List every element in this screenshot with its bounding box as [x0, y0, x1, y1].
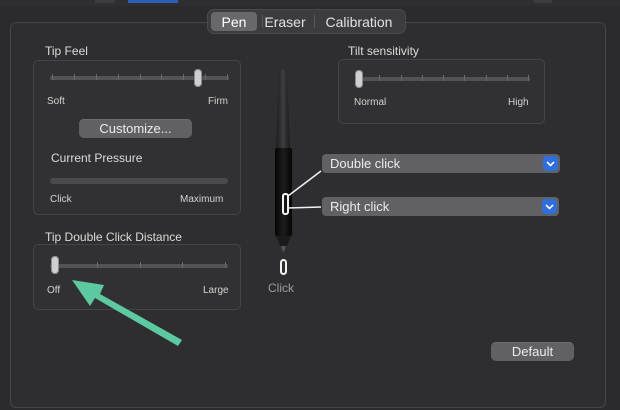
slider-tick — [443, 75, 444, 81]
tab-pen[interactable]: Pen — [211, 12, 257, 31]
tilt-sensitivity-group — [338, 59, 545, 124]
slider-tick — [506, 75, 508, 81]
tilt-sensitivity-title: Tilt sensitivity — [348, 44, 419, 58]
chevron-down-icon — [542, 199, 557, 214]
tab-eraser[interactable]: Eraser — [261, 12, 309, 31]
customize-button[interactable]: Customize... — [79, 119, 192, 138]
slider-tick — [205, 74, 207, 80]
pen-illustration-icon — [275, 69, 322, 275]
slider-tick — [528, 75, 529, 81]
current-pressure-bar — [50, 178, 228, 184]
double-click-max-label: Large — [203, 285, 229, 296]
current-pressure-title: Current Pressure — [51, 151, 143, 165]
top-strip-segment — [534, 0, 552, 3]
tip-feel-min-label: Soft — [47, 96, 65, 107]
default-button[interactable]: Default — [491, 342, 574, 361]
window-top-strip — [0, 0, 620, 6]
slider-tick — [95, 74, 97, 80]
slider-tick — [225, 262, 226, 268]
top-strip-segment-accent — [128, 0, 178, 3]
slider-tick — [400, 75, 402, 81]
pen-tip-label: Click — [268, 281, 294, 295]
slider-tick — [139, 74, 141, 80]
tip-feel-slider-knob[interactable] — [194, 69, 203, 87]
tip-feel-title: Tip Feel — [45, 44, 88, 58]
tab-bar: Pen Eraser Calibration — [208, 10, 405, 33]
tab-calibration[interactable]: Calibration — [316, 12, 402, 31]
double-click-min-label: Off — [47, 285, 61, 296]
slider-tick — [379, 75, 381, 81]
slider-tick — [485, 75, 487, 81]
slider-tick — [421, 75, 423, 81]
lower-button-dropdown[interactable]: Right click — [322, 197, 559, 216]
slider-tick — [464, 75, 466, 81]
slider-tick — [227, 74, 228, 80]
upper-button-dropdown[interactable]: Double click — [322, 154, 560, 173]
tilt-max-label: High — [508, 97, 529, 108]
slider-tick — [183, 74, 185, 80]
tilt-slider-knob[interactable] — [355, 70, 363, 88]
slider-tick — [161, 74, 163, 80]
chevron-down-icon — [543, 156, 558, 171]
tip-feel-max-label: Firm — [208, 96, 228, 107]
slider-tick — [73, 74, 75, 80]
annotation-arrow-icon — [72, 280, 182, 346]
double-click-distance-title: Tip Double Click Distance — [45, 230, 182, 244]
pressure-max-label: Maximum — [180, 194, 224, 205]
tab-separator — [314, 15, 315, 28]
pressure-min-label: Click — [50, 194, 72, 205]
tilt-min-label: Normal — [354, 97, 387, 108]
slider-tick — [52, 74, 53, 80]
double-click-slider-knob[interactable] — [51, 256, 59, 274]
top-strip-segment — [95, 0, 115, 3]
slider-tick — [117, 74, 119, 80]
lower-button-value: Right click — [330, 199, 390, 214]
upper-button-value: Double click — [330, 156, 401, 171]
